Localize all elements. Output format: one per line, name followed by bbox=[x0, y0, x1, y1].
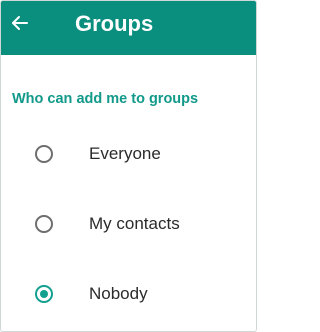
option-everyone[interactable]: Everyone bbox=[1, 129, 256, 181]
option-my-contacts[interactable]: My contacts bbox=[1, 199, 256, 251]
section-header: Who can add me to groups bbox=[12, 91, 199, 107]
groups-privacy-screen: Groups Who can add me to groups Everyone… bbox=[0, 0, 257, 332]
page-title: Groups bbox=[75, 11, 154, 36]
radio-button-unchecked[interactable] bbox=[35, 215, 53, 233]
app-bar: Groups bbox=[1, 1, 256, 55]
option-nobody[interactable]: Nobody bbox=[1, 269, 256, 321]
arrow-left-icon bbox=[10, 13, 30, 38]
option-label: Nobody bbox=[89, 284, 148, 303]
option-label: My contacts bbox=[89, 214, 180, 233]
radio-button-checked[interactable] bbox=[35, 285, 53, 303]
back-button[interactable] bbox=[5, 10, 35, 40]
radio-button-unchecked[interactable] bbox=[35, 145, 53, 163]
radio-selected-dot bbox=[40, 290, 48, 298]
option-label: Everyone bbox=[89, 144, 161, 163]
